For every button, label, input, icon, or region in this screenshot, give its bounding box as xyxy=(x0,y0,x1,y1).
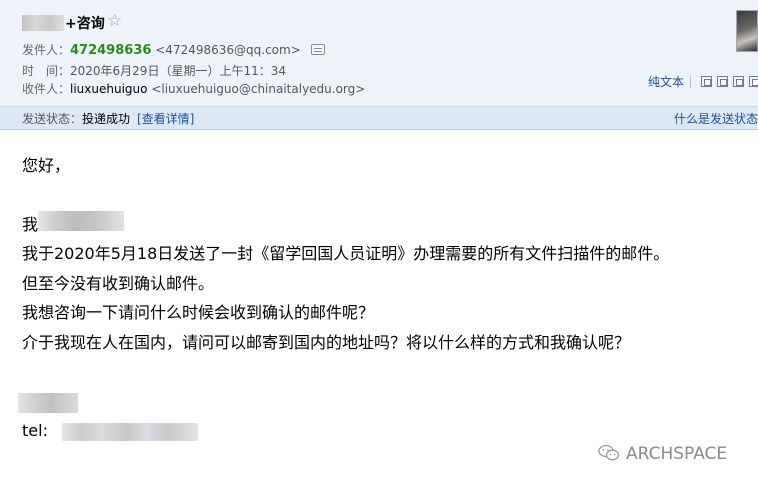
plain-text-link[interactable]: 纯文本 xyxy=(648,73,684,90)
subject-suffix: +咨询 xyxy=(65,16,105,32)
intro-prefix: 我 xyxy=(22,215,39,234)
wechat-logo-icon xyxy=(598,444,620,461)
sender-avatar[interactable] xyxy=(736,10,758,52)
sender-label: 发件人： xyxy=(22,43,71,57)
watermark: ARCHSPACE xyxy=(598,444,727,466)
more-icon[interactable] xyxy=(749,76,758,87)
contact-card-icon[interactable] xyxy=(310,44,325,55)
mail-line-4: 介于我现在人在国内，请问可以邮寄到国内的地址吗？将以什么样的方式和我确认呢？ xyxy=(22,333,631,352)
mail-line-3: 我想咨询一下请问什么时候会收到确认的邮件呢？ xyxy=(22,303,375,322)
send-status-value: 投递成功 xyxy=(82,112,131,126)
mail-line-2: 但至今没有收到确认邮件。 xyxy=(22,274,215,293)
tel-label: tel: xyxy=(22,421,48,440)
download-icon[interactable] xyxy=(733,76,744,87)
time-value: 2020年6月29日（星期一）上午11：34 xyxy=(70,64,286,78)
redacted-name xyxy=(38,211,124,231)
new-window-icon[interactable] xyxy=(701,76,712,87)
view-details-link[interactable]: [查看详情] xyxy=(137,110,194,127)
mail-intro-line: 我 xyxy=(22,211,38,235)
tel-line: tel: xyxy=(22,421,48,440)
recipient-row: 收件人：liuxuehuiguo <liuxuehuiguo@chinaital… xyxy=(22,80,365,97)
sender-row: 发件人：472498636 <472498636@qq.com> xyxy=(22,41,325,58)
time-label: 时 间： xyxy=(22,64,71,78)
mail-line-1: 我于2020年5月18日发送了一封《留学回国人员证明》办理需要的所有文件扫描件的… xyxy=(22,244,670,263)
mail-greeting: 您好， xyxy=(22,156,71,175)
print-icon[interactable] xyxy=(717,76,728,87)
sender-email[interactable]: <472498636@qq.com> xyxy=(155,43,301,57)
star-icon[interactable]: ☆ xyxy=(107,12,122,30)
send-status-label: 发送状态： xyxy=(22,112,83,126)
recipient-label: 收件人： xyxy=(22,82,71,96)
redacted-subject-prefix xyxy=(22,15,64,31)
sender-qq-number[interactable]: 472498636 xyxy=(70,43,151,58)
what-is-send-status-link[interactable]: 什么是发送状态 xyxy=(674,110,758,127)
mail-subject: +咨询 xyxy=(22,13,105,33)
time-row: 时 间：2020年6月29日（星期一）上午11：34 xyxy=(22,62,286,79)
recipient-email[interactable]: <liuxuehuiguo@chinaitalyedu.org> xyxy=(151,82,365,96)
watermark-text: ARCHSPACE xyxy=(626,444,728,464)
toolbar-divider xyxy=(690,75,691,88)
recipient-name[interactable]: liuxuehuiguo xyxy=(70,82,147,96)
redacted-phone-number xyxy=(62,423,198,441)
redacted-signature xyxy=(18,393,78,413)
